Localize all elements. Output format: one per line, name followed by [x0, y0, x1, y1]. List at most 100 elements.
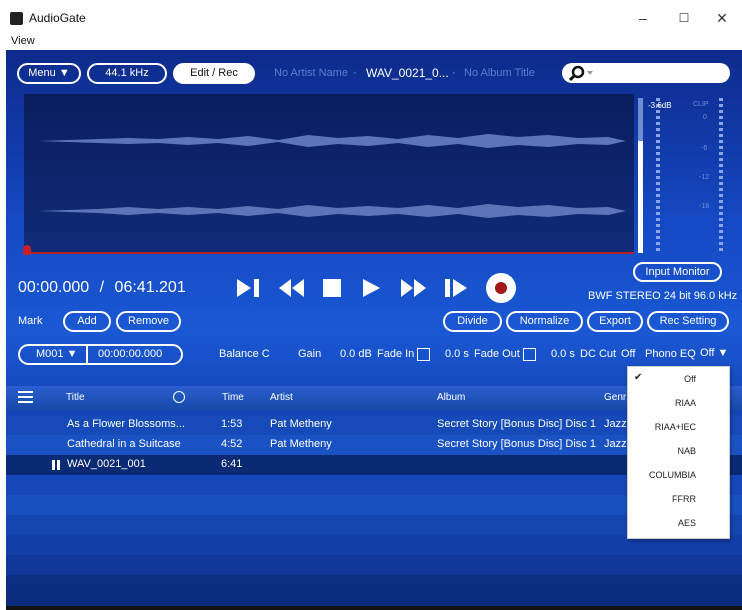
divide-button[interactable]: Divide [443, 311, 502, 332]
fade-in-checkbox[interactable] [417, 348, 430, 361]
artist-name: No Artist Name [274, 67, 348, 79]
row-title: Cathedral in a Suitcase [67, 438, 181, 450]
total-time: 06:41.201 [114, 279, 186, 296]
export-button[interactable]: Export [587, 311, 643, 332]
edit-rec-button[interactable]: Edit / Rec [173, 63, 255, 84]
row-genre: Jazz [604, 438, 627, 450]
scrollbar[interactable] [6, 606, 742, 610]
column-album[interactable]: Album [437, 392, 465, 403]
row-album: Secret Story [Bonus Disc] Disc 1 [437, 438, 596, 450]
record-button[interactable] [486, 273, 516, 303]
dc-cut-label: DC Cut [580, 348, 617, 360]
checkmark-icon: ✔ [634, 372, 643, 383]
remove-mark-button[interactable]: Remove [116, 311, 181, 332]
phono-eq-option-columbia[interactable]: COLUMBIA [628, 463, 729, 487]
fade-out-label: Fade Out [474, 348, 520, 360]
time-separator: / [99, 279, 105, 296]
app-window: AudioGate – ☐ ✕ View Menu ▼ 44.1 kHz Edi… [0, 0, 742, 610]
menu-bar: View [0, 34, 742, 50]
row-genre: Jazz [604, 418, 627, 430]
divider [86, 344, 88, 365]
column-title[interactable]: Title [66, 392, 85, 403]
pause-icon [52, 460, 55, 470]
waveform-right-channel [38, 204, 626, 218]
meter-tick: -18 [699, 203, 710, 210]
search-input[interactable] [562, 63, 730, 83]
rec-setting-button[interactable]: Rec Setting [647, 311, 729, 332]
row-time: 6:41 [221, 458, 243, 470]
close-button[interactable]: ✕ [711, 8, 733, 28]
waveform-display[interactable] [24, 94, 634, 254]
phono-eq-option-riaa[interactable]: RIAA [628, 391, 729, 415]
list-menu-icon[interactable] [18, 391, 33, 404]
fade-out-time[interactable]: 0.0 s [551, 348, 575, 360]
meter-tick: -6 [701, 145, 708, 152]
marker-selector[interactable]: M001 ▼ 00:00:00.000 [18, 344, 183, 365]
marker-time: 00:00:00.000 [98, 348, 163, 360]
row-artist: Pat Metheny [270, 418, 332, 430]
separator: · [353, 67, 357, 79]
table-row-empty [6, 555, 742, 575]
phono-eq-option-riaa-iec[interactable]: RIAA+IEC [628, 415, 729, 439]
search-icon[interactable] [566, 63, 596, 83]
phono-eq-menu: ✔ Off RIAA RIAA+IEC NAB COLUMBIA FFRR AES [627, 366, 730, 539]
menu-view[interactable]: View [11, 35, 35, 47]
recording-format: BWF STEREO 24 bit 96.0 kHz [588, 290, 738, 302]
phono-eq-label: Phono EQ [645, 348, 696, 360]
input-monitor-button[interactable]: Input Monitor [633, 262, 722, 282]
row-time: 4:52 [221, 438, 243, 450]
skip-to-end-icon[interactable] [442, 275, 472, 301]
stop-icon[interactable] [320, 275, 346, 301]
column-genre[interactable]: Genr [604, 392, 626, 403]
clip-meter: -3.6dB CLIP 0 -6 -12 -18 [648, 98, 726, 253]
phono-eq-option-nab[interactable]: NAB [628, 439, 729, 463]
minimize-button[interactable]: – [632, 8, 654, 28]
column-options-icon[interactable] [173, 391, 185, 403]
menu-button[interactable]: Menu ▼ [17, 63, 81, 84]
meter-dots-right [719, 98, 723, 253]
normalize-button[interactable]: Normalize [506, 311, 583, 332]
meter-tick: 0 [703, 114, 707, 121]
waveform-left-channel [38, 134, 626, 148]
sample-rate-button[interactable]: 44.1 kHz [87, 63, 167, 84]
rewind-icon[interactable] [276, 275, 308, 301]
level-meter-fill [638, 141, 643, 253]
title-bar: AudioGate – ☐ ✕ [0, 0, 742, 36]
phono-eq-option-ffrr[interactable]: FFRR [628, 487, 729, 511]
fade-out-checkbox[interactable] [523, 348, 536, 361]
file-name: WAV_0021_0... [366, 66, 449, 80]
skip-to-start-icon[interactable] [234, 275, 264, 301]
meter-tick: -12 [699, 174, 710, 181]
play-icon[interactable] [359, 275, 385, 301]
column-artist[interactable]: Artist [270, 392, 293, 403]
peak-db: -3.6dB [648, 101, 672, 110]
app-icon [10, 12, 23, 25]
phono-eq-dropdown[interactable]: Off ▼ [700, 347, 728, 359]
dc-cut-value[interactable]: Off [621, 348, 635, 360]
row-time: 1:53 [221, 418, 243, 430]
meter-dots-left [656, 98, 660, 253]
row-artist: Pat Metheny [270, 438, 332, 450]
gain-value[interactable]: 0.0 dB [340, 348, 372, 360]
clip-label: CLIP [693, 101, 709, 108]
current-time: 00:00.000 [18, 279, 90, 296]
fade-in-time[interactable]: 0.0 s [445, 348, 469, 360]
playhead-marker[interactable] [23, 245, 31, 255]
row-album: Secret Story [Bonus Disc] Disc 1 [437, 418, 596, 430]
add-mark-button[interactable]: Add [63, 311, 111, 332]
time-display: 00:00.000 / 06:41.201 [18, 279, 186, 297]
column-time[interactable]: Time [222, 392, 244, 403]
fade-in-label: Fade In [377, 348, 415, 360]
gain-label: Gain [298, 348, 322, 360]
fast-forward-icon[interactable] [398, 275, 430, 301]
balance-value[interactable]: Balance C [219, 348, 270, 360]
maximize-button[interactable]: ☐ [673, 8, 695, 28]
separator: · [452, 67, 456, 79]
marker-dropdown[interactable]: M001 ▼ [36, 346, 77, 363]
phono-eq-option-off[interactable]: ✔ Off [628, 367, 729, 391]
phono-eq-option-aes[interactable]: AES [628, 511, 729, 535]
record-icon [495, 282, 507, 294]
mark-label: Mark [18, 315, 43, 327]
album-title: No Album Title [464, 67, 535, 79]
row-title: As a Flower Blossoms... [67, 418, 185, 430]
